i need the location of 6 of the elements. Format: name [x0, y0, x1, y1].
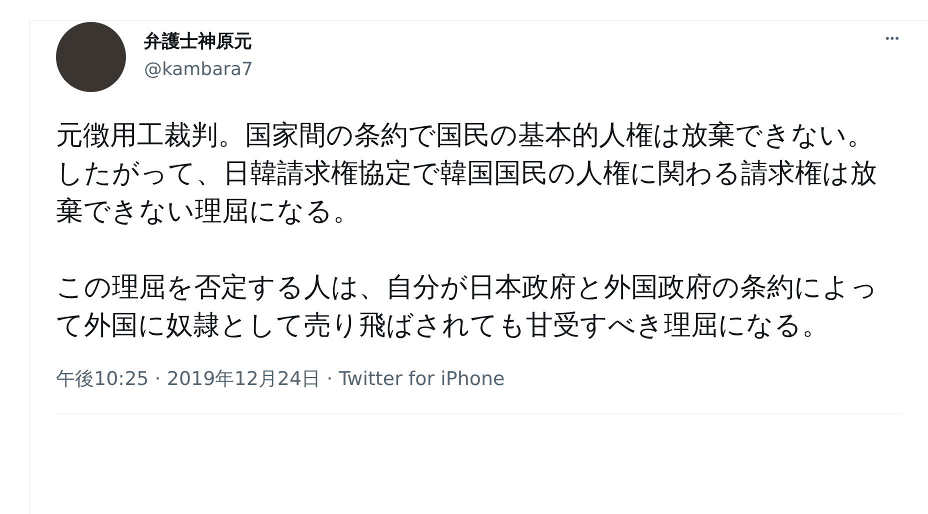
tweet-timestamp[interactable]: 午後10:25 · 2019年12月24日 · Twitter for iPhone	[56, 367, 505, 391]
more-button[interactable]: •••	[883, 31, 902, 47]
author-name[interactable]: 弁護士神原元	[144, 30, 254, 54]
tweet-text: 元徴用工裁判。国家間の条約で国民の基本的人権は放棄できない。したがって、日韓請求権協定で韓国国民の人権に関わる請求権は放棄できない理屈になる。	[56, 119, 878, 229]
tweet-text: この理屈を否定する人は、自分が日本政府と外国政府の条約によって外国に奴隷として売り飛ばされても甘受すべき理屈になる。	[56, 271, 879, 343]
author-handle[interactable]: @kambara7	[144, 58, 254, 82]
